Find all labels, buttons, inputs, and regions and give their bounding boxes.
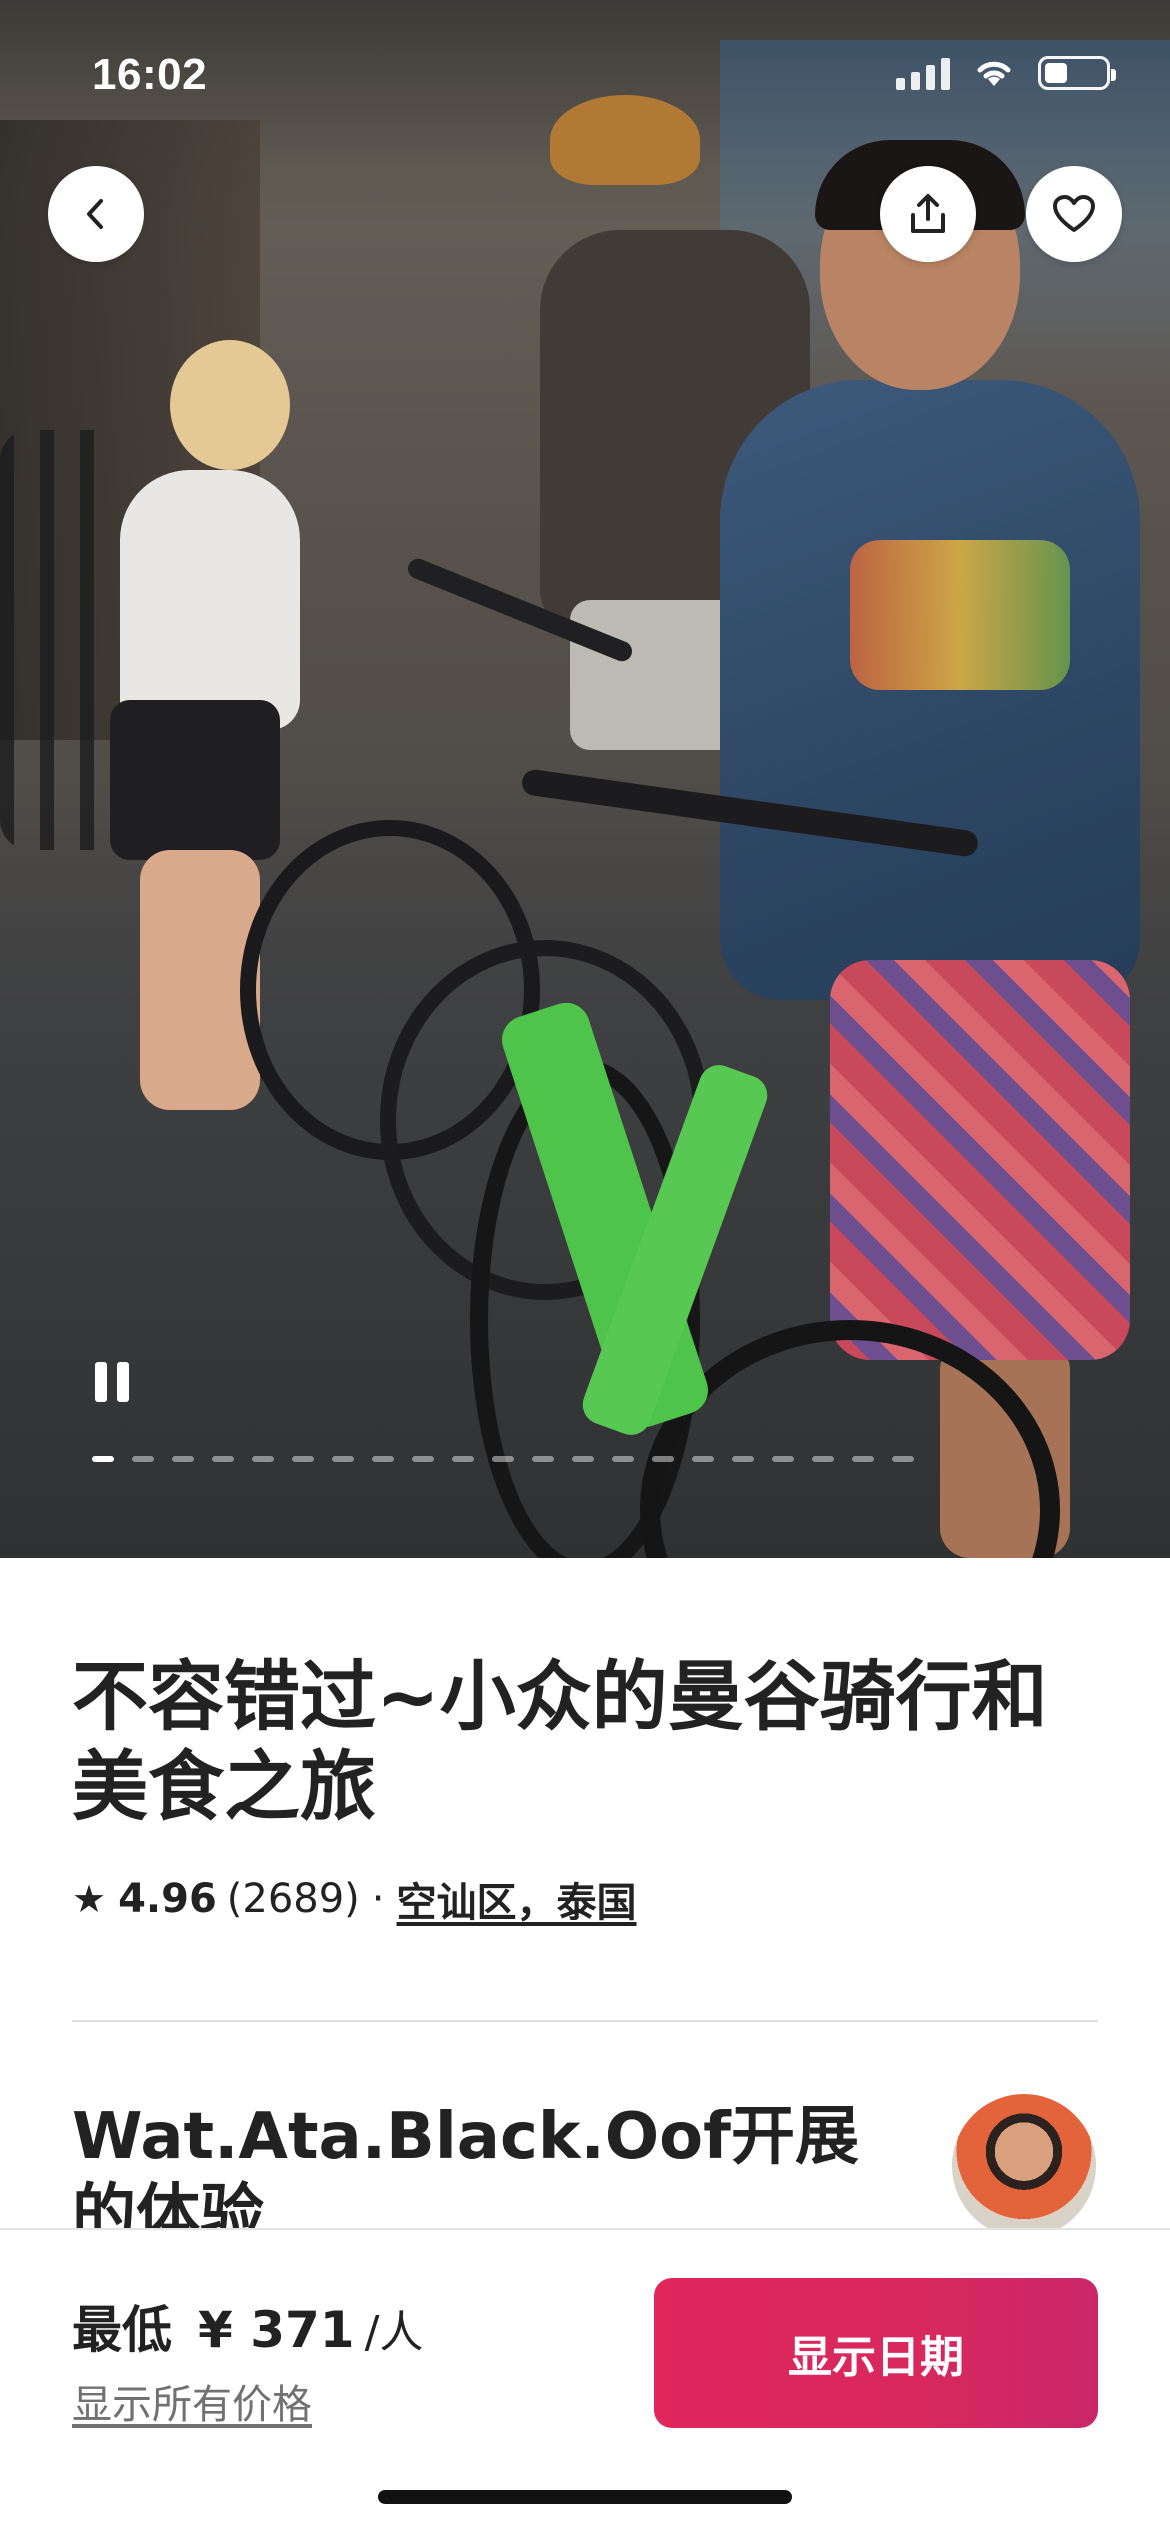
parked-bikes bbox=[0, 430, 120, 850]
battery-icon bbox=[1038, 56, 1116, 90]
pause-icon bbox=[95, 1362, 107, 1402]
slide-dot bbox=[772, 1456, 794, 1462]
share-button[interactable] bbox=[880, 166, 976, 262]
slide-dot bbox=[172, 1456, 194, 1462]
location-link[interactable]: 空讪区，泰国 bbox=[397, 1870, 637, 1928]
woman-skirt bbox=[110, 700, 280, 860]
slide-dot bbox=[492, 1456, 514, 1462]
divider bbox=[72, 2020, 1098, 2022]
slide-dot bbox=[92, 1456, 114, 1462]
share-icon bbox=[911, 194, 945, 233]
price-from-label: 最低 bbox=[72, 2301, 172, 2359]
slide-dot bbox=[132, 1456, 154, 1462]
slide-dot bbox=[292, 1456, 314, 1462]
listing-meta: ★ 4.96 (2689) · 空讪区，泰国 bbox=[72, 1870, 637, 1928]
guide-shirt-print bbox=[850, 540, 1070, 690]
woman-head bbox=[170, 340, 290, 470]
cellular-signal-icon bbox=[896, 56, 950, 90]
slide-dot bbox=[732, 1456, 754, 1462]
chevron-left-icon bbox=[87, 199, 103, 229]
slide-dot bbox=[852, 1456, 874, 1462]
status-icons bbox=[896, 56, 1116, 90]
slide-dot bbox=[452, 1456, 474, 1462]
home-indicator[interactable] bbox=[378, 2490, 792, 2504]
heart-icon bbox=[1053, 195, 1095, 232]
background-person-hat bbox=[550, 95, 700, 185]
show-all-prices-link[interactable]: 显示所有价格 bbox=[72, 2372, 312, 2430]
slide-dot bbox=[692, 1456, 714, 1462]
guide-shirt bbox=[720, 380, 1140, 1000]
listing-title: 不容错过~小众的曼谷骑行和美食之旅 bbox=[72, 1652, 1048, 1831]
hero-photo[interactable]: 16:02 bbox=[0, 0, 1170, 1558]
star-icon: ★ bbox=[72, 1877, 107, 1921]
wifi-icon bbox=[977, 61, 1011, 86]
guide-shorts bbox=[830, 960, 1130, 1360]
show-dates-button[interactable]: 显示日期 bbox=[654, 2278, 1098, 2428]
slide-progress-indicator bbox=[92, 1456, 914, 1462]
host-avatar[interactable] bbox=[952, 2094, 1096, 2238]
slide-dot bbox=[812, 1456, 834, 1462]
slide-dot bbox=[892, 1456, 914, 1462]
status-time: 16:02 bbox=[92, 50, 208, 99]
woman-top bbox=[120, 470, 300, 730]
slide-dot bbox=[532, 1456, 554, 1462]
back-button[interactable] bbox=[48, 166, 144, 262]
price-amount: ¥ 371 bbox=[198, 2301, 355, 2359]
rating-value: 4.96 bbox=[118, 1876, 217, 1922]
price-unit: /人 bbox=[364, 2307, 424, 2358]
slide-dot bbox=[212, 1456, 234, 1462]
slide-dot bbox=[372, 1456, 394, 1462]
favorite-button[interactable] bbox=[1026, 166, 1122, 262]
slide-dot bbox=[572, 1456, 594, 1462]
slide-dot bbox=[412, 1456, 434, 1462]
slide-dot bbox=[252, 1456, 274, 1462]
separator-dot: · bbox=[371, 1876, 385, 1922]
slide-dot bbox=[332, 1456, 354, 1462]
slide-dot bbox=[652, 1456, 674, 1462]
pause-button[interactable] bbox=[88, 1358, 136, 1406]
review-count[interactable]: (2689) bbox=[227, 1876, 360, 1922]
price-line: 最低 ¥ 371 /人 bbox=[72, 2290, 423, 2362]
slide-dot bbox=[612, 1456, 634, 1462]
